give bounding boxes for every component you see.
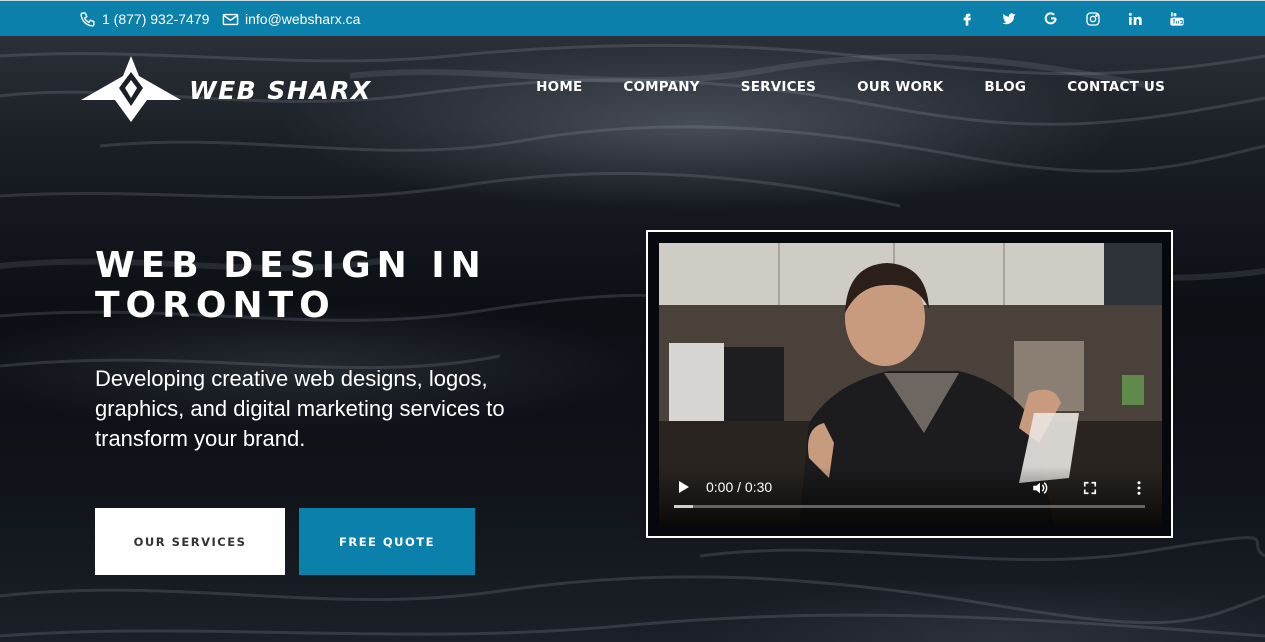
fullscreen-icon[interactable] — [1081, 479, 1099, 497]
our-services-button[interactable]: OUR SERVICES — [95, 508, 285, 575]
nav-contact-us[interactable]: CONTACT US — [1067, 77, 1165, 97]
phone-contact[interactable]: 1 (877) 932-7479 — [79, 1, 209, 37]
main-nav: HOME COMPANY SERVICES OUR WORK BLOG CONT… — [495, 77, 1165, 97]
email-contact[interactable]: info@websharx.ca — [222, 1, 360, 37]
nav-our-work[interactable]: OUR WORK — [857, 77, 943, 97]
shark-logo-icon — [81, 56, 181, 122]
nav-services[interactable]: SERVICES — [741, 77, 816, 97]
free-quote-button[interactable]: FREE QUOTE — [299, 508, 475, 575]
video-frame: 0:00 / 0:30 — [646, 230, 1173, 538]
logo-text: WEB SHARX — [189, 75, 372, 105]
hero-title: WEB DESIGN IN TORONTO — [95, 246, 575, 326]
email-address[interactable]: info@websharx.ca — [245, 11, 360, 27]
hero-title-line2: TORONTO — [95, 285, 336, 326]
nav-company[interactable]: COMPANY — [623, 77, 699, 97]
video-player[interactable]: 0:00 / 0:30 — [659, 243, 1162, 526]
logo[interactable]: WEB SHARX — [79, 54, 372, 126]
linkedin-icon[interactable] — [1126, 10, 1144, 28]
video-progress-bar[interactable] — [674, 505, 1145, 508]
nav-home[interactable]: HOME — [536, 77, 582, 97]
youtube-icon[interactable] — [1168, 10, 1186, 28]
volume-icon[interactable] — [1031, 479, 1049, 497]
nav-blog[interactable]: BLOG — [984, 77, 1026, 97]
google-icon[interactable] — [1042, 10, 1060, 28]
phone-number[interactable]: 1 (877) 932-7479 — [102, 11, 209, 27]
more-options-icon[interactable] — [1130, 479, 1148, 497]
phone-icon — [80, 11, 95, 27]
mail-icon — [222, 13, 239, 25]
hero-subtitle: Developing creative web designs, logos, … — [95, 366, 505, 451]
hero-title-line1: WEB DESIGN IN — [95, 245, 487, 286]
social-links — [934, 1, 1186, 37]
play-icon[interactable] — [677, 480, 691, 494]
video-controls: 0:00 / 0:30 — [659, 466, 1162, 526]
top-bar: 1 (877) 932-7479 info@websharx.ca — [0, 0, 1265, 36]
video-time: 0:00 / 0:30 — [706, 479, 773, 495]
twitter-icon[interactable] — [1000, 10, 1018, 28]
video-progress-fill — [674, 505, 693, 508]
facebook-icon[interactable] — [958, 10, 976, 28]
instagram-icon[interactable] — [1084, 10, 1102, 28]
